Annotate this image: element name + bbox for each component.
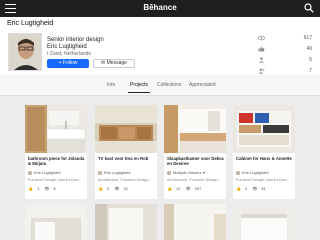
views-count: 32 bbox=[123, 186, 128, 191]
project-fields: Architecture, Furniture Design... bbox=[98, 178, 152, 182]
search-icon[interactable] bbox=[304, 3, 314, 13]
owner-avatar bbox=[28, 170, 32, 175]
project-owner[interactable]: Eric Lugtigheid bbox=[98, 170, 130, 175]
eye-icon: 👁 bbox=[44, 186, 50, 191]
views-count: 81 bbox=[261, 186, 266, 191]
project-title[interactable]: bathroom piece for Jolanda & Mirjam bbox=[28, 156, 86, 166]
stat-appreciations: 49 bbox=[252, 45, 312, 56]
likes-count: 12 bbox=[175, 186, 181, 191]
thumb-up-icon: 👍 bbox=[236, 186, 241, 191]
project-thumbnail[interactable] bbox=[95, 105, 157, 153]
project-owner[interactable]: Eric Lugtigheid bbox=[236, 170, 268, 175]
project-fields: Architecture, Furniture Design... bbox=[167, 178, 221, 182]
owner-avatar bbox=[98, 170, 102, 175]
project-owner[interactable]: Multiple Owners ▾ bbox=[167, 170, 205, 175]
eye-icon: 👁 bbox=[252, 186, 258, 191]
thumb-up-icon: 👍 bbox=[167, 186, 172, 191]
project-meta: 👍 4 👁 81 bbox=[236, 186, 294, 191]
tab-collections[interactable]: Collections bbox=[157, 82, 181, 88]
stat-views: 617 bbox=[252, 34, 312, 45]
thumb-up-icon: 👍 bbox=[28, 186, 33, 191]
project-thumbnail[interactable] bbox=[233, 204, 295, 240]
views-count: 8 bbox=[53, 186, 56, 191]
behance-logo[interactable]: Bēhance bbox=[0, 3, 320, 12]
stat-value: 617 bbox=[303, 35, 312, 41]
owner-name: Eric Lugtigheid bbox=[34, 170, 61, 175]
message-button[interactable]: ✉ Message bbox=[93, 59, 135, 68]
tab-info[interactable]: Info bbox=[107, 82, 115, 88]
likes-count: 1 bbox=[36, 186, 40, 191]
stat-value: 49 bbox=[306, 46, 312, 52]
project-fields: Furniture Design, Interior Desi... bbox=[28, 178, 82, 182]
project-meta: 👍 12 👁 287 bbox=[167, 186, 225, 191]
owner-name: Eric Lugtigheid bbox=[242, 170, 269, 175]
project-card[interactable] bbox=[233, 204, 295, 240]
profile-company: Eric Lugtigheid bbox=[47, 44, 87, 50]
stat-value: 5 bbox=[309, 57, 312, 63]
likes-count: 0 bbox=[106, 186, 110, 191]
eye-icon bbox=[258, 35, 265, 41]
follow-button[interactable]: + Follow bbox=[47, 59, 89, 68]
tab-projects[interactable]: Projects bbox=[127, 82, 151, 93]
project-title[interactable]: Cabinet for Hans & Annette bbox=[236, 156, 294, 161]
profile-header: Eric Lugtigheid Senior interior design E… bbox=[0, 17, 320, 75]
profile-tabs: Info Projects Collections Appreciated bbox=[0, 75, 320, 96]
thumb-up-icon: 👍 bbox=[98, 186, 103, 191]
project-thumbnail[interactable] bbox=[95, 204, 157, 240]
project-card[interactable] bbox=[164, 204, 226, 240]
project-title[interactable]: TV kast voor Eva en Rob bbox=[98, 156, 156, 161]
message-label: Message bbox=[106, 60, 127, 66]
stat-followers: 5 bbox=[252, 56, 312, 67]
profile-stats: 617 49 5 7 bbox=[252, 34, 312, 78]
profile-name: Eric Lugtigheid bbox=[7, 20, 54, 27]
owner-name: Multiple Owners bbox=[173, 170, 202, 175]
project-card[interactable]: TV kast voor Eva en Rob Eric Lugtigheid … bbox=[95, 105, 157, 199]
project-thumbnail[interactable] bbox=[164, 204, 226, 240]
tab-appreciated[interactable]: Appreciated bbox=[189, 82, 216, 88]
follow-label: Follow bbox=[62, 60, 78, 66]
thumb-up-icon bbox=[258, 46, 265, 52]
project-meta: 👍 0 👁 32 bbox=[98, 186, 156, 191]
project-thumbnail[interactable] bbox=[233, 105, 295, 153]
owner-name: Eric Lugtigheid bbox=[104, 170, 131, 175]
avatar bbox=[8, 33, 42, 71]
eye-icon: 👁 bbox=[185, 186, 191, 191]
likes-count: 4 bbox=[244, 186, 248, 191]
project-card[interactable]: bathroom piece for Jolanda & Mirjam Eric… bbox=[25, 105, 87, 199]
project-card[interactable] bbox=[25, 204, 87, 240]
project-card[interactable] bbox=[95, 204, 157, 240]
person-icon bbox=[259, 57, 264, 63]
owner-avatar bbox=[167, 170, 171, 175]
project-card[interactable]: Cabinet for Hans & Annette Eric Lugtighe… bbox=[233, 105, 295, 199]
project-title[interactable]: Slaapkastkamer voor Debra en Desiree bbox=[167, 156, 225, 166]
top-bar: Bēhance bbox=[0, 0, 320, 17]
project-thumbnail[interactable] bbox=[25, 204, 87, 240]
project-thumbnail[interactable] bbox=[164, 105, 226, 153]
stat-value: 7 bbox=[309, 68, 312, 74]
project-fields: Furniture Design, Interior Desi... bbox=[236, 178, 290, 182]
projects-grid: bathroom piece for Jolanda & Mirjam Eric… bbox=[0, 96, 320, 240]
profile-location: t Zand, Netherlands bbox=[47, 51, 91, 57]
project-owner[interactable]: Eric Lugtigheid bbox=[28, 170, 60, 175]
eye-icon: 👁 bbox=[114, 186, 120, 191]
chevron-down-icon[interactable]: ▾ bbox=[203, 170, 205, 175]
project-thumbnail[interactable] bbox=[25, 105, 87, 153]
project-card[interactable]: Slaapkastkamer voor Debra en Desiree Mul… bbox=[164, 105, 226, 199]
views-count: 287 bbox=[194, 186, 202, 191]
owner-avatar bbox=[236, 170, 240, 175]
person-plus-icon bbox=[258, 68, 265, 74]
profile-occupation: Senior interior design bbox=[47, 37, 104, 43]
project-meta: 👍 1 👁 8 bbox=[28, 186, 86, 191]
